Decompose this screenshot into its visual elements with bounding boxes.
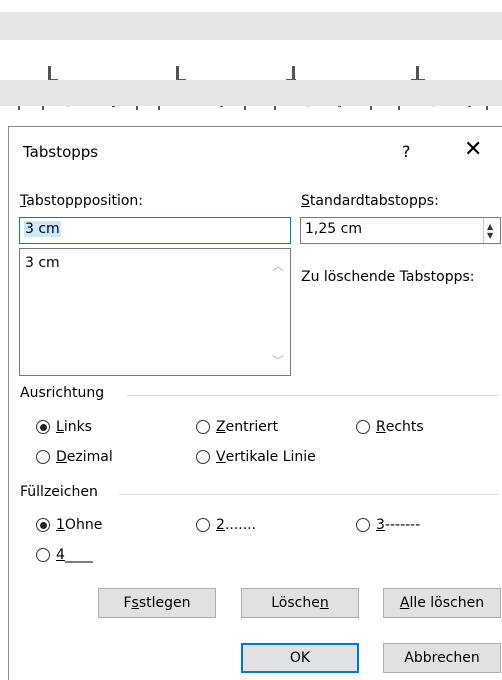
leader-group-label: Füllzeichen — [20, 484, 98, 500]
leader-underline-radio[interactable]: 4 ____ — [36, 547, 93, 563]
ruler-top-band — [0, 12, 502, 40]
radio-indicator — [196, 518, 210, 532]
tab-position-value: 3 cm — [24, 221, 61, 237]
dialog-title: Tabstopps — [23, 143, 99, 161]
help-button[interactable]: ? — [402, 142, 411, 161]
tab-position-label: Tabstoppposition: — [20, 193, 143, 209]
default-tabs-input[interactable]: 1,25 cm ▲ ▼ — [300, 217, 501, 244]
spin-up-icon[interactable]: ▲ — [487, 222, 493, 231]
alignment-group-label: Ausrichtung — [20, 385, 105, 401]
tabs-to-clear-label: Zu löschende Tabstopps: — [301, 269, 475, 285]
clear-all-button[interactable]: Alle löschen — [383, 588, 501, 618]
scroll-up-icon[interactable]: ︿ — [272, 257, 284, 274]
group-divider — [119, 494, 499, 495]
spin-down-icon[interactable]: ▼ — [487, 231, 493, 240]
radio-indicator — [356, 420, 370, 434]
radio-indicator — [36, 548, 50, 562]
default-tabs-label: Standardtabstopps: — [301, 193, 439, 209]
ruler-bottom-band — [0, 80, 502, 106]
leader-dashes-radio[interactable]: 3 ------- — [356, 517, 420, 533]
ruler[interactable]: 3 4 5 6 — [0, 44, 502, 111]
align-decimal-radio[interactable]: Dezimal — [36, 449, 113, 465]
cancel-button[interactable]: Abbrechen — [383, 643, 501, 673]
tab-position-list[interactable]: 3 cm ︿ ﹀ — [19, 248, 291, 376]
align-bar-radio[interactable]: Vertikale Linie — [196, 449, 316, 465]
group-divider — [127, 395, 499, 396]
default-tabs-value: 1,25 cm — [305, 221, 362, 237]
ruler-area: 3 4 5 6 — [0, 0, 502, 115]
radio-indicator — [196, 420, 210, 434]
clear-button[interactable]: Lösche n — [241, 588, 359, 618]
align-right-radio[interactable]: Rechts — [356, 419, 424, 435]
radio-indicator — [36, 420, 50, 434]
align-center-radio[interactable]: Zentriert — [196, 419, 278, 435]
set-button[interactable]: Fs stlegen — [98, 588, 216, 618]
leader-dots-radio[interactable]: 2 ....... — [196, 517, 256, 533]
ok-button[interactable]: OK — [241, 643, 359, 673]
radio-indicator — [196, 450, 210, 464]
list-item[interactable]: 3 cm — [25, 255, 60, 271]
radio-indicator — [356, 518, 370, 532]
leader-none-radio[interactable]: 1 Ohne — [36, 517, 102, 533]
radio-indicator — [36, 450, 50, 464]
scroll-down-icon[interactable]: ﹀ — [272, 352, 284, 369]
radio-indicator — [36, 518, 50, 532]
close-button[interactable]: ✕ — [464, 137, 482, 162]
default-tabs-spinner[interactable]: ▲ ▼ — [483, 218, 500, 243]
tabs-dialog: Tabstopps ? ✕ Tabstoppposition: 3 cm 3 c… — [8, 126, 502, 680]
align-left-radio[interactable]: Links — [36, 419, 92, 435]
tab-position-input[interactable]: 3 cm — [19, 217, 291, 244]
